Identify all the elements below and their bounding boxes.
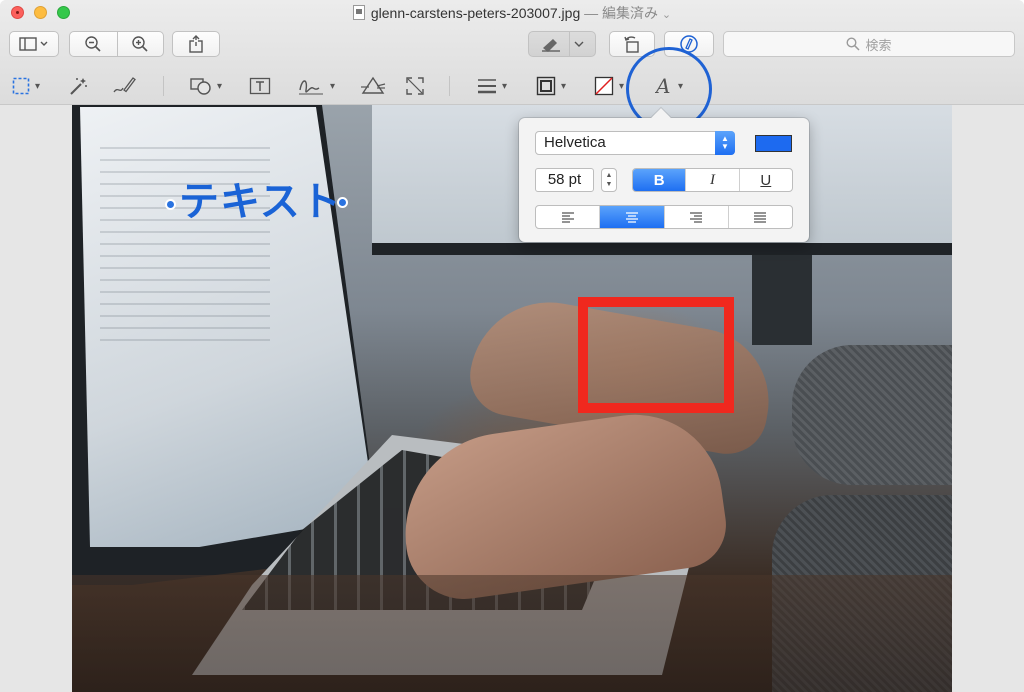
sidebar-view-button[interactable] <box>9 31 59 57</box>
zoom-out-button[interactable] <box>70 35 117 53</box>
bold-button[interactable]: B <box>633 169 686 191</box>
signature-icon <box>299 80 323 95</box>
text-box-icon <box>249 77 271 95</box>
zoom-controls <box>69 31 164 57</box>
instant-alpha-tool[interactable] <box>68 74 88 98</box>
file-name: glenn-carstens-peters-203007.jpg <box>370 5 581 21</box>
chevron-down-icon[interactable]: ▾ <box>619 81 624 92</box>
chevron-down-icon[interactable]: ▾ <box>35 81 40 92</box>
sidebar-icon <box>19 37 48 51</box>
italic-button[interactable]: I <box>685 169 738 191</box>
resize-arrows-icon <box>406 77 424 95</box>
window-toolbar: glenn-carstens-peters-203007.jpg — 編集済み … <box>0 0 1024 105</box>
search-placeholder: 検索 <box>865 37 892 53</box>
text-alignment-segmented-control <box>535 205 793 229</box>
font-family-value: Helvetica <box>544 134 606 151</box>
chevron-down-icon[interactable] <box>574 40 584 48</box>
border-color-icon <box>536 76 556 96</box>
zoom-out-icon <box>85 36 101 52</box>
toolbar-separator <box>449 76 450 96</box>
fill-color-none-icon <box>594 76 614 96</box>
sketch-tool[interactable] <box>112 74 136 98</box>
highlighter-icon <box>542 39 560 52</box>
search-icon <box>846 37 861 51</box>
rectangular-selection-icon <box>12 77 30 95</box>
image-canvas[interactable]: テキスト <box>0 105 1024 692</box>
font-size-stepper[interactable]: ▲ ▼ <box>601 168 617 192</box>
rotate-left-icon <box>624 36 639 53</box>
segment-divider <box>117 32 118 56</box>
chevron-down-icon[interactable]: ▾ <box>502 81 507 92</box>
align-center-button[interactable] <box>599 206 664 228</box>
highlight-button[interactable] <box>528 31 596 57</box>
document-proxy-icon[interactable] <box>352 5 365 20</box>
segment-divider <box>569 32 570 56</box>
text-color-well[interactable] <box>755 135 792 152</box>
align-center-icon <box>625 211 638 223</box>
line-style-tool[interactable]: ▾ <box>477 74 507 98</box>
photo-laptop-typing: テキスト <box>72 105 952 692</box>
font-size-field[interactable]: 58 pt <box>535 168 594 192</box>
adjust-color-tool[interactable] <box>360 74 386 98</box>
underline-button[interactable]: U <box>738 169 792 191</box>
sketch-pen-icon <box>113 77 136 93</box>
adjust-color-prism-icon <box>361 76 386 94</box>
text-right-handle[interactable] <box>337 197 348 208</box>
text-tool[interactable] <box>249 74 271 98</box>
toolbar-separator <box>163 76 164 96</box>
text-style-segmented-control: B I U <box>632 168 793 192</box>
edited-status: — 編集済み <box>584 5 659 21</box>
fill-color-tool[interactable]: ▾ <box>594 74 624 98</box>
select-arrows-icon[interactable]: ▲ ▼ <box>715 131 735 155</box>
text-left-handle[interactable] <box>165 199 176 210</box>
preview-window: glenn-carstens-peters-203007.jpg — 編集済み … <box>0 0 1024 692</box>
rectangle-annotation[interactable] <box>578 297 734 413</box>
chevron-down-icon[interactable]: ▾ <box>561 81 566 92</box>
zoom-in-icon <box>132 36 148 52</box>
line-style-icon <box>478 79 496 94</box>
zoom-in-button[interactable] <box>117 35 164 53</box>
chevron-down-icon[interactable]: ▾ <box>330 81 335 92</box>
font-family-select[interactable]: Helvetica ▲ ▼ <box>535 131 735 155</box>
markup-toolbar: ▾ ▾ ▾ ▾ ▾ ▾ A ▾ <box>0 66 1024 104</box>
chevron-down-icon[interactable]: ▾ <box>217 81 222 92</box>
title-menu-chevron-icon[interactable]: ⌄ <box>662 9 671 21</box>
magic-wand-icon <box>70 78 87 95</box>
align-justify-button[interactable] <box>727 206 792 228</box>
desk-surface <box>72 575 952 692</box>
align-right-icon <box>690 211 703 223</box>
align-left-icon <box>561 211 574 223</box>
share-icon <box>189 35 203 53</box>
adjust-size-tool[interactable] <box>405 74 425 98</box>
signature-tool[interactable]: ▾ <box>297 74 335 98</box>
shapes-icon <box>190 78 211 95</box>
share-button[interactable] <box>172 31 220 57</box>
background-monitor-stand <box>752 255 812 345</box>
search-field[interactable]: 検索 <box>723 31 1015 57</box>
selection-tool[interactable]: ▾ <box>12 74 40 98</box>
align-justify-icon <box>754 211 767 223</box>
border-color-tool[interactable]: ▾ <box>536 74 566 98</box>
shapes-tool[interactable]: ▾ <box>190 74 222 98</box>
window-title[interactable]: glenn-carstens-peters-203007.jpg — 編集済み … <box>0 3 1024 23</box>
background-sleeve <box>792 345 952 485</box>
align-right-button[interactable] <box>663 206 728 228</box>
text-style-popover: Helvetica ▲ ▼ 58 pt ▲ ▼ B I U <box>519 118 809 242</box>
text-annotation[interactable]: テキスト <box>179 169 342 227</box>
align-left-button[interactable] <box>536 206 599 228</box>
